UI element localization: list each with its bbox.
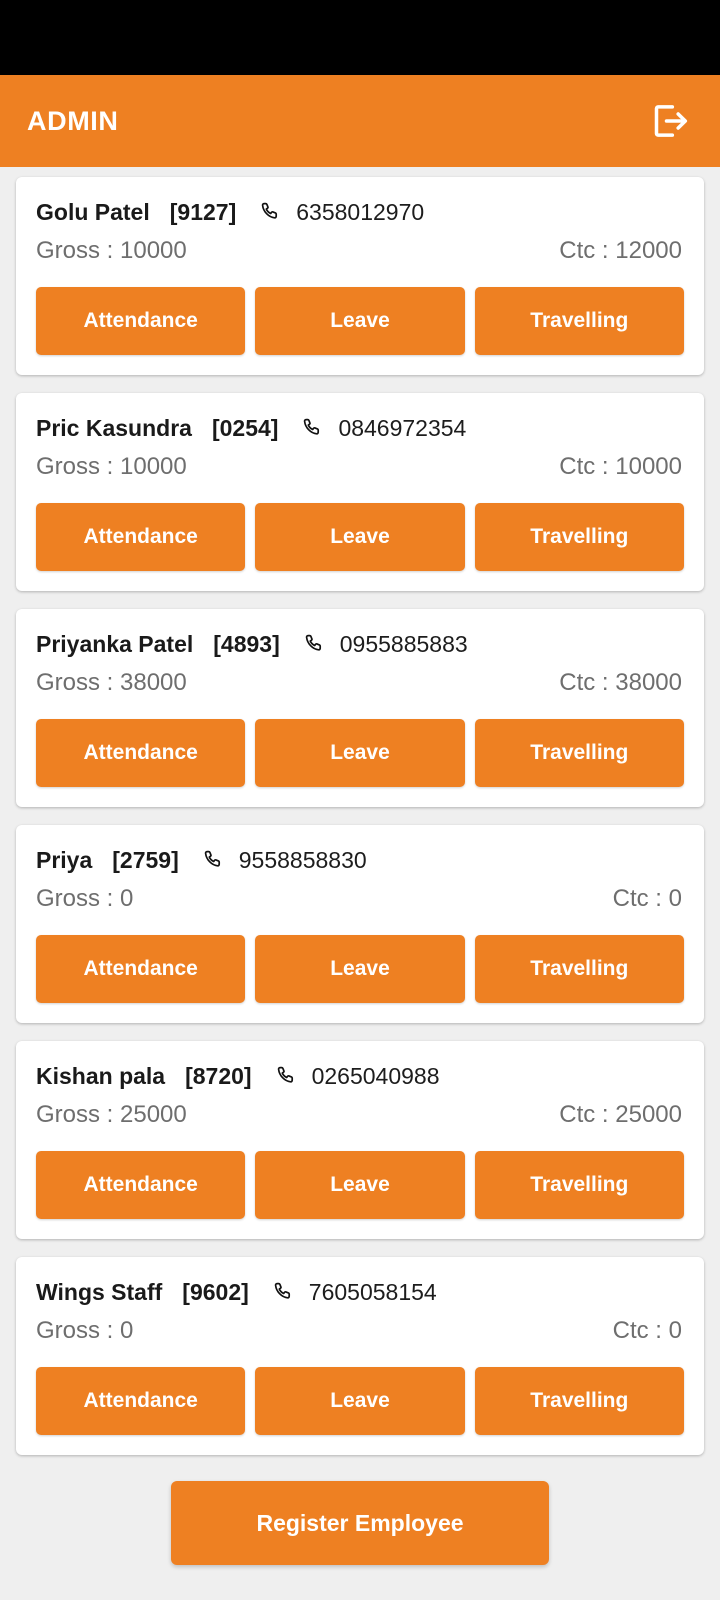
phone-icon [271,1279,297,1305]
employee-header: Wings Staff [9602] 7605058154 [36,1275,684,1309]
travelling-button[interactable]: Travelling [474,1151,684,1219]
phone-icon [201,847,227,873]
travelling-button[interactable]: Travelling [474,935,684,1003]
gross-value: Gross : 10000 [36,453,187,480]
employee-pay-row: Gross : 10000 Ctc : 10000 [36,453,684,481]
employee-name: Priyanka Patel [36,630,194,657]
register-employee-button[interactable]: Register Employee [171,1481,549,1565]
employee-list: Golu Patel [9127] 6358012970 Gross : 100… [0,167,720,1600]
employee-actions: Attendance Leave Travelling [36,1151,684,1219]
employee-pay-row: Gross : 38000 Ctc : 38000 [36,669,684,697]
app-bar: ADMIN [0,75,720,167]
status-bar [0,0,720,75]
employee-id: [9127] [169,198,237,225]
employee-name: Kishan pala [36,1062,166,1089]
employee-name: Wings Staff [36,1278,163,1305]
employee-name: Priya [36,846,93,873]
travelling-button[interactable]: Travelling [474,1367,684,1435]
phone-icon [258,199,284,225]
employee-header: Priya [2759] 9558858830 [36,843,684,877]
employee-id: [9602] [182,1278,249,1305]
leave-button[interactable]: Leave [255,719,465,787]
phone-icon [300,415,326,441]
employee-phone[interactable]: 0955885883 [340,631,468,658]
employee-id: [2759] [112,846,179,873]
employee-actions: Attendance Leave Travelling [36,503,684,571]
employee-card[interactable]: Wings Staff [9602] 7605058154 Gross : 0 … [16,1257,704,1455]
leave-button[interactable]: Leave [255,287,465,355]
attendance-button[interactable]: Attendance [36,1151,246,1219]
attendance-button[interactable]: Attendance [36,287,246,355]
phone-icon [302,631,328,657]
employee-phone[interactable]: 7605058154 [309,1279,437,1306]
leave-button[interactable]: Leave [255,503,465,571]
employee-id: [8720] [185,1062,252,1089]
page-title: ADMIN [27,105,119,136]
phone-icon [274,1063,300,1089]
employee-actions: Attendance Leave Travelling [36,719,684,787]
logout-icon[interactable] [644,96,694,146]
ctc-value: Ctc : 38000 [559,669,682,696]
app-root: ADMIN Golu Patel [9127] 6358012970 Gross… [0,0,720,1600]
attendance-button[interactable]: Attendance [36,1367,246,1435]
employee-header: Golu Patel [9127] 6358012970 [36,195,684,229]
employee-card[interactable]: Priya [2759] 9558858830 Gross : 0 Ctc : … [16,825,704,1023]
travelling-button[interactable]: Travelling [474,503,684,571]
employee-phone[interactable]: 0846972354 [338,415,466,442]
employee-actions: Attendance Leave Travelling [36,287,684,355]
employee-actions: Attendance Leave Travelling [36,1367,684,1435]
ctc-value: Ctc : 25000 [559,1101,682,1128]
attendance-button[interactable]: Attendance [36,935,246,1003]
employee-id: [4893] [213,630,280,657]
ctc-value: Ctc : 12000 [559,237,682,264]
gross-value: Gross : 0 [36,1317,134,1344]
employee-name: Pric Kasundra [36,414,192,441]
employee-actions: Attendance Leave Travelling [36,935,684,1003]
employee-card[interactable]: Pric Kasundra [0254] 0846972354 Gross : … [16,393,704,591]
ctc-value: Ctc : 0 [612,1317,682,1344]
employee-pay-row: Gross : 25000 Ctc : 25000 [36,1101,684,1129]
gross-value: Gross : 25000 [36,1101,187,1128]
gross-value: Gross : 10000 [36,237,187,264]
gross-value: Gross : 38000 [36,669,187,696]
employee-phone[interactable]: 9558858830 [239,847,367,874]
employee-header: Pric Kasundra [0254] 0846972354 [36,411,684,445]
ctc-value: Ctc : 10000 [559,453,682,480]
employee-name: Golu Patel [36,198,150,225]
register-employee-area: Register Employee [0,1473,720,1565]
employee-header: Priyanka Patel [4893] 0955885883 [36,627,684,661]
employee-pay-row: Gross : 0 Ctc : 0 [36,1317,684,1345]
travelling-button[interactable]: Travelling [474,719,684,787]
leave-button[interactable]: Leave [255,1151,465,1219]
employee-id: [0254] [211,414,279,441]
attendance-button[interactable]: Attendance [36,503,246,571]
employee-card[interactable]: Priyanka Patel [4893] 0955885883 Gross :… [16,609,704,807]
ctc-value: Ctc : 0 [612,885,682,912]
gross-value: Gross : 0 [36,885,134,912]
employee-card[interactable]: Kishan pala [8720] 0265040988 Gross : 25… [16,1041,704,1239]
employee-pay-row: Gross : 10000 Ctc : 12000 [36,237,684,265]
employee-phone[interactable]: 6358012970 [296,199,424,226]
employee-header: Kishan pala [8720] 0265040988 [36,1059,684,1093]
employee-pay-row: Gross : 0 Ctc : 0 [36,885,684,913]
employee-phone[interactable]: 0265040988 [312,1063,440,1090]
leave-button[interactable]: Leave [255,1367,465,1435]
employee-card[interactable]: Golu Patel [9127] 6358012970 Gross : 100… [16,177,704,375]
attendance-button[interactable]: Attendance [36,719,246,787]
leave-button[interactable]: Leave [255,935,465,1003]
travelling-button[interactable]: Travelling [474,287,684,355]
